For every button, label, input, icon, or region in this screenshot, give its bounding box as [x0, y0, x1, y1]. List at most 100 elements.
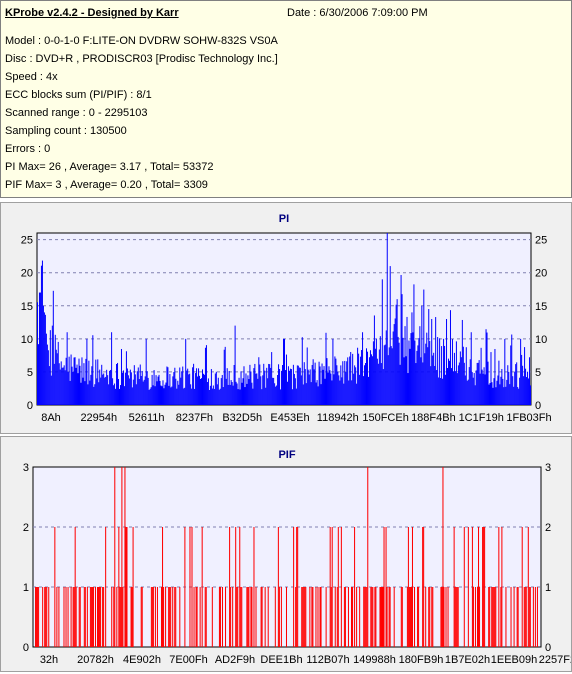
pif-bar: [389, 587, 391, 647]
pif-bar: [455, 587, 457, 647]
pi-bar: [408, 340, 410, 405]
pi-bar: [228, 370, 230, 405]
pi-bar: [176, 388, 178, 405]
pif-bar: [340, 527, 342, 647]
pif-bar: [56, 587, 58, 647]
pi-bar: [279, 369, 281, 405]
pi-bar: [389, 266, 391, 405]
pi-bar: [282, 365, 284, 405]
pi-xtick-label: 188F4Bh: [411, 412, 456, 424]
pi-bar: [167, 367, 169, 405]
pi-bar: [114, 383, 116, 405]
pif-bar: [330, 587, 332, 647]
pi-bar: [360, 356, 362, 405]
pi-bar: [50, 375, 52, 405]
pif-bar: [37, 587, 39, 647]
pi-bar: [118, 378, 120, 405]
pi-bar: [119, 385, 121, 405]
pi-bar: [42, 305, 44, 405]
pif-bar: [516, 587, 518, 647]
pi-bar: [231, 382, 233, 405]
pif-bar: [386, 587, 388, 647]
pif-bar: [381, 587, 383, 647]
pi-bar: [499, 384, 501, 405]
pi-bar: [215, 371, 217, 405]
pi-bar: [308, 374, 310, 405]
pif-bar: [334, 587, 336, 647]
pif-bar: [75, 587, 77, 647]
pi-xtick-label: 22954h: [80, 412, 117, 424]
pi-bar: [448, 358, 450, 405]
pif-bar: [388, 587, 390, 647]
pi-bar: [264, 370, 266, 405]
pif-bar: [38, 587, 40, 647]
pi-bar: [477, 362, 479, 405]
pi-bar: [132, 379, 134, 405]
pi-bar: [144, 376, 146, 405]
pi-bar: [401, 294, 403, 405]
pi-bar: [329, 370, 331, 405]
pi-bar: [250, 371, 252, 405]
pi-bar: [74, 357, 76, 405]
pi-bar: [502, 378, 504, 405]
pi-bar: [388, 347, 390, 405]
pi-bar: [142, 381, 144, 405]
pi-bar: [524, 347, 526, 405]
pif-bar: [151, 587, 153, 647]
pi-bar: [277, 375, 279, 405]
pi-bar: [293, 373, 295, 405]
pif-bar: [417, 587, 419, 647]
pi-ytick-right: 0: [535, 400, 541, 412]
pif-bar: [472, 587, 474, 647]
pi-bar: [111, 332, 113, 405]
pi-bar: [525, 368, 527, 405]
pif-bar: [235, 527, 237, 647]
pi-bar: [100, 377, 102, 405]
pif-bar: [356, 587, 358, 647]
pi-bar: [98, 382, 100, 405]
pi-bar: [478, 360, 480, 405]
pif-bar: [92, 587, 94, 647]
pi-bar: [475, 370, 477, 405]
pif-bar: [79, 587, 81, 647]
pi-bar: [204, 347, 206, 405]
pi-bar: [56, 353, 58, 405]
pif-bar: [218, 587, 220, 647]
pi-bar: [61, 367, 63, 405]
pi-bar: [480, 347, 482, 405]
pif-bar: [305, 587, 307, 647]
pi-bar: [328, 366, 330, 405]
pif-bar: [383, 527, 385, 647]
pif-chart: PIF 0 0 1 1 2 2 3 3 32h 20782h 4E902h 7E00Fh AD2F9h DE…: [23, 449, 572, 666]
pi-bar: [91, 366, 93, 405]
pi-bar: [455, 341, 457, 405]
pi-bar: [266, 367, 268, 405]
pif-bar: [329, 527, 331, 647]
pi-chart-title: PI: [279, 213, 289, 225]
pif-bar: [44, 587, 46, 647]
pif-bar: [410, 587, 412, 647]
pi-bar: [210, 369, 212, 405]
pi-bar: [419, 326, 421, 405]
pi-bar: [453, 352, 455, 405]
pi-bar: [393, 324, 395, 405]
pif-bar: [534, 587, 536, 647]
pi-bar: [284, 338, 285, 405]
pif-bar: [201, 527, 203, 647]
pif-bar: [274, 587, 276, 647]
pi-bar: [37, 344, 39, 405]
pi-bar: [438, 377, 440, 405]
pif-bar: [375, 587, 377, 647]
pi-bar: [291, 389, 293, 405]
pi-chart-panel: PI 0 0 5 5 10 10 15 15 20 20 25 25 8Ah 22954h 52611h 823…: [0, 202, 572, 434]
pi-bar: [281, 370, 283, 405]
pif-bar: [140, 587, 142, 647]
pi-bar: [257, 378, 259, 405]
pi-bar: [232, 385, 234, 405]
pi-bar: [335, 358, 337, 405]
pif-bar: [90, 587, 92, 647]
pi-bar: [406, 316, 408, 405]
pi-bar: [497, 375, 499, 405]
pif-bar: [525, 587, 527, 647]
pif-bar: [113, 587, 115, 647]
